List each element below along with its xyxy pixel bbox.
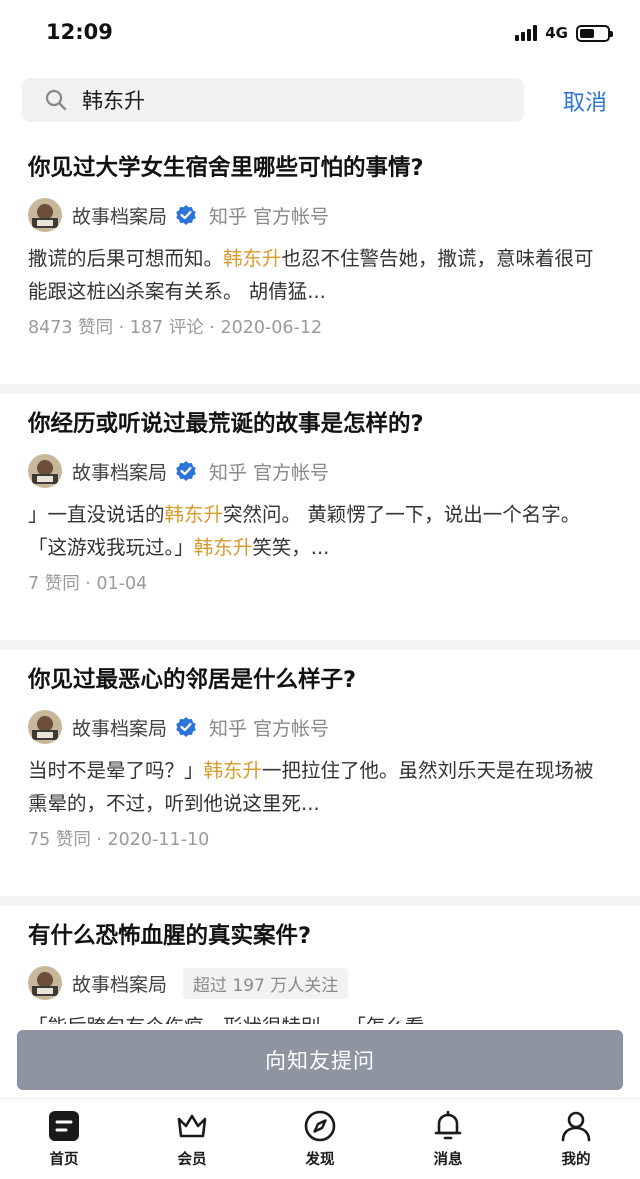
avatar[interactable]: [28, 454, 62, 488]
tab-label: 首页: [49, 1152, 79, 1168]
keyword-highlight: 韩东升: [223, 247, 282, 270]
tab-home[interactable]: 首页: [0, 1099, 128, 1179]
tab-membership[interactable]: 会员: [128, 1099, 256, 1179]
result-title[interactable]: 你见过最恶心的邻居是什么样子?: [28, 660, 612, 700]
result-title[interactable]: 有什么恐怖血腥的真实案件?: [28, 916, 612, 956]
status-indicators: 4G: [515, 24, 613, 42]
results-list: 你见过大学女生宿舍里哪些可怕的事情? 故事档案局 知乎 官方帐号 撒谎的后果可想而知。…: [0, 138, 640, 1024]
tab-label: 消息: [433, 1152, 463, 1168]
author-name[interactable]: 故事档案局: [72, 714, 167, 741]
result-stats: 8473 赞同 · 187 评论 · 2020-06-12: [28, 318, 323, 338]
author-row: 故事档案局 知乎 官方帐号: [28, 188, 612, 242]
excerpt-text: 当时不是晕了吗？」: [28, 759, 204, 782]
result-stats: 75 赞同 · 2020-11-10: [28, 830, 210, 850]
status-time: 12:09: [46, 20, 113, 44]
author-meta: 知乎 官方帐号: [209, 461, 330, 484]
tab-label: 发现: [305, 1152, 335, 1168]
result-excerpt[interactable]: 当时不是晕了吗？」韩东升一把拉住了他。虽然刘乐天是在现场被熏晕的，不过，听到他说…: [28, 754, 612, 820]
keyword-highlight: 韩东升: [164, 503, 224, 526]
avatar[interactable]: [28, 966, 62, 1000]
card-separator: [0, 640, 640, 650]
card-separator: [0, 384, 640, 394]
tab-label: 会员: [177, 1152, 207, 1168]
search-input[interactable]: 韩东升: [22, 78, 524, 122]
author-name[interactable]: 故事档案局: [72, 458, 167, 485]
avatar[interactable]: [28, 710, 62, 744]
home-icon: [49, 1111, 79, 1141]
signal-icon: [515, 25, 538, 41]
card-separator: [0, 896, 640, 906]
result-excerpt[interactable]: 撒谎的后果可想而知。韩东升也忍不住警告她，撒谎，意味着很可能跟这桩凶杀案有关系。…: [28, 242, 612, 308]
search-result-card[interactable]: 你见过大学女生宿舍里哪些可怕的事情? 故事档案局 知乎 官方帐号撒谎的后果可想而知。…: [0, 138, 640, 384]
result-title[interactable]: 你见过大学女生宿舍里哪些可怕的事情?: [28, 148, 612, 188]
verified-badge-icon: [175, 460, 197, 482]
follower-count-badge: 超过 197 万人关注: [183, 967, 349, 999]
avatar[interactable]: [28, 198, 62, 232]
author-row: 故事档案局 知乎 官方帐号: [28, 700, 612, 754]
keyword-highlight: 韩东升: [193, 536, 253, 559]
verified-badge-icon: [175, 716, 197, 738]
author-meta: 知乎 官方帐号: [209, 717, 330, 740]
cancel-button[interactable]: 取消: [563, 85, 607, 117]
ask-bar: 向知友提问: [0, 1024, 640, 1098]
excerpt-text: 撒谎的后果可想而知。: [28, 247, 224, 270]
battery-icon: [576, 24, 613, 42]
bottom-tab-bar: 首页 会员 发现 消息 我的: [0, 1098, 640, 1179]
tab-discover[interactable]: 发现: [256, 1099, 384, 1179]
author-meta: 知乎 官方帐号: [209, 205, 330, 228]
excerpt-text: 「能后跨包有个伤痕，形状很特别。 「怎么看: [28, 1015, 424, 1024]
excerpt-text: 笑笑，...: [252, 536, 330, 559]
compass-icon: [304, 1110, 336, 1142]
ask-question-button[interactable]: 向知友提问: [17, 1030, 623, 1090]
bell-icon: [434, 1110, 462, 1140]
author-name[interactable]: 故事档案局: [72, 970, 167, 997]
result-title[interactable]: 你经历或听说过最荒诞的故事是怎样的?: [28, 404, 612, 444]
search-result-card[interactable]: 你经历或听说过最荒诞的故事是怎样的? 故事档案局 知乎 官方帐号 」一直没说话的韩东升…: [0, 394, 640, 640]
tab-messages[interactable]: 消息: [384, 1099, 512, 1179]
excerpt-text: 」一直没说话的: [28, 503, 165, 526]
search-query: 韩东升: [82, 89, 145, 113]
author-row: 故事档案局 知乎 官方帐号: [28, 444, 612, 498]
result-excerpt[interactable]: 」一直没说话的韩东升突然问。 黄颖愣了一下，说出一个名字。 「这游戏我玩过。」韩…: [28, 498, 612, 564]
search-result-card[interactable]: 有什么恐怖血腥的真实案件?故事档案局超过 197 万人关注「能后跨包有个伤痕，形…: [0, 906, 640, 1024]
tab-profile[interactable]: 我的: [512, 1099, 640, 1179]
status-bar: 12:09 4G: [0, 0, 640, 68]
author-row: 故事档案局 超过 197 万人关注: [28, 956, 612, 1010]
result-stats: 7 赞同 · 01-04: [28, 574, 148, 594]
verified-badge-icon: [175, 204, 197, 226]
keyword-highlight: 韩东升: [203, 759, 263, 782]
network-type: 4G: [545, 24, 568, 42]
person-icon: [561, 1111, 591, 1142]
search-result-card[interactable]: 你见过最恶心的邻居是什么样子? 故事档案局 知乎 官方帐号当时不是晕了吗？」韩东升一…: [0, 650, 640, 896]
crown-icon: [177, 1114, 207, 1138]
author-name[interactable]: 故事档案局: [72, 202, 167, 229]
result-excerpt[interactable]: 「能后跨包有个伤痕，形状很特别。 「怎么看: [28, 1010, 612, 1024]
search-icon: [45, 89, 67, 111]
search-bar: 韩东升 取消: [0, 78, 640, 124]
tab-label: 我的: [561, 1152, 591, 1168]
